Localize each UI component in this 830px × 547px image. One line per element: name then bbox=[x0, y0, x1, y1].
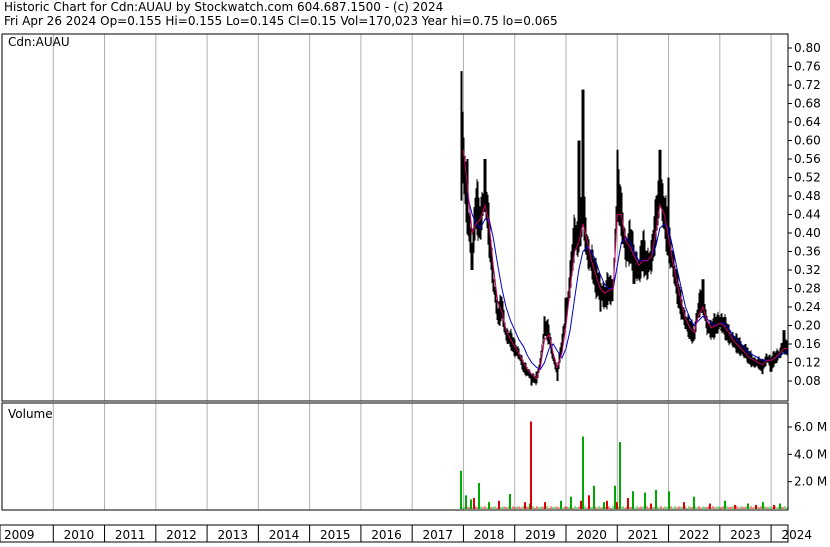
chart-title-line1: Historic Chart for Cdn:AUAU by Stockwatc… bbox=[4, 0, 443, 14]
x-tick-label-2019: 2019 bbox=[525, 528, 556, 542]
price-y-tick-label: 0.64 bbox=[794, 115, 821, 129]
price-y-tick-label: 0.56 bbox=[794, 152, 821, 166]
x-tick-label-2020: 2020 bbox=[576, 528, 607, 542]
x-tick-label-2022: 2022 bbox=[679, 528, 710, 542]
price-y-tick-label: 0.44 bbox=[794, 208, 821, 222]
price-y-tick-label: 0.76 bbox=[794, 60, 821, 74]
x-tick-label-2018: 2018 bbox=[474, 528, 505, 542]
volume-label: Volume bbox=[8, 407, 53, 421]
price-y-tick-label: 0.60 bbox=[794, 134, 821, 148]
price-y-tick-label: 0.36 bbox=[794, 245, 821, 259]
volume-y-tick-label: 4.0 M bbox=[794, 447, 827, 461]
price-y-tick-label: 0.32 bbox=[794, 263, 821, 277]
chart-title-line2: Fri Apr 26 2024 Op=0.155 Hi=0.155 Lo=0.1… bbox=[4, 14, 558, 28]
x-tick-label-2012: 2012 bbox=[166, 528, 197, 542]
chart-canvas: Historic Chart for Cdn:AUAU by Stockwatc… bbox=[0, 0, 830, 543]
chart-background bbox=[0, 0, 830, 543]
price-y-tick-label: 0.28 bbox=[794, 282, 821, 296]
x-tick-label-2015: 2015 bbox=[320, 528, 351, 542]
price-y-tick-label: 0.20 bbox=[794, 319, 821, 333]
volume-y-axis: 2.0 M 4.0 M 6.0 M bbox=[788, 420, 827, 489]
x-tick-label-2014: 2014 bbox=[269, 528, 300, 542]
stock-chart-window: Historic Chart for Cdn:AUAU by Stockwatc… bbox=[0, 0, 830, 543]
price-y-tick-label: 0.72 bbox=[794, 78, 821, 92]
x-tick-label-2023: 2023 bbox=[730, 528, 761, 542]
x-tick-label-2011: 2011 bbox=[115, 528, 146, 542]
x-tick-label-2010: 2010 bbox=[64, 528, 95, 542]
x-tick-label-2017: 2017 bbox=[423, 528, 454, 542]
price-y-tick-label: 0.48 bbox=[794, 189, 821, 203]
symbol-label: Cdn:AUAU bbox=[8, 35, 70, 49]
x-tick-label-2009: 2009 bbox=[4, 528, 35, 542]
x-tick-label-2016: 2016 bbox=[371, 528, 402, 542]
price-y-tick-label: 0.16 bbox=[794, 337, 821, 351]
price-y-tick-label: 0.80 bbox=[794, 41, 821, 55]
volume-y-tick-label: 2.0 M bbox=[794, 475, 827, 489]
price-y-tick-label: 0.12 bbox=[794, 356, 821, 370]
volume-y-tick-label: 6.0 M bbox=[794, 420, 827, 434]
x-tick-label-2024: 2024 bbox=[781, 528, 812, 542]
price-y-tick-label: 0.08 bbox=[794, 374, 821, 388]
x-tick-label-2021: 2021 bbox=[628, 528, 659, 542]
price-y-tick-label: 0.52 bbox=[794, 171, 821, 185]
price-y-tick-label: 0.68 bbox=[794, 97, 821, 111]
price-y-tick-label: 0.40 bbox=[794, 226, 821, 240]
price-y-tick-label: 0.24 bbox=[794, 300, 821, 314]
x-tick-label-2013: 2013 bbox=[217, 528, 248, 542]
